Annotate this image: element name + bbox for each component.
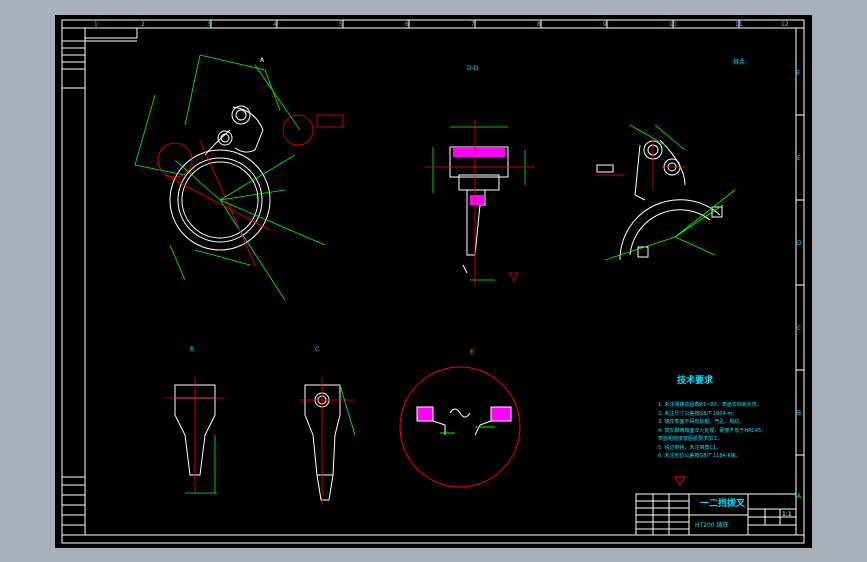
zone-label: E	[797, 155, 801, 162]
tech-line: 6. 未注形位公差按GB/T 1184-K级。	[658, 453, 741, 459]
view-label: B	[190, 346, 195, 353]
zone-label: 5	[339, 21, 343, 28]
hatch-area	[470, 195, 484, 205]
zone-label: D	[797, 240, 802, 247]
view-label: E	[470, 349, 474, 356]
zone-label: 6	[405, 21, 409, 28]
zone-label: 12	[781, 21, 789, 28]
tech-line: 4. 拨叉脚两端面淬火处理，硬度不低于HRC45，	[658, 427, 767, 434]
zone-label: 4	[273, 21, 277, 28]
tech-requirements-list: 1. 未注明铸造圆角R1~R3，表面去除氧化皮。 2. 未注尺寸公差按GB/T …	[658, 401, 766, 461]
zone-label: 8	[537, 21, 541, 28]
zone-label: A	[797, 493, 802, 500]
bottom-view-middle	[300, 377, 356, 505]
zone-label: 2	[141, 21, 145, 28]
tech-line: 2. 未注尺寸公差按GB/T 1804-m。	[658, 410, 738, 417]
zone-label: 3	[207, 21, 211, 28]
part-name: 一二挡拨叉	[700, 499, 746, 509]
view-label: A	[260, 57, 265, 64]
zone-label: 9	[603, 21, 607, 28]
right-view	[595, 124, 736, 261]
drawing-frame	[61, 19, 805, 544]
roughness-note: 其余	[733, 59, 746, 66]
view-label: C	[315, 346, 320, 353]
zone-label: 7	[471, 21, 475, 28]
roughness-symbol	[674, 476, 686, 486]
section-view-top	[425, 120, 535, 285]
tech-line: 3. 铸件表面不得有砂眼、气孔、裂纹。	[658, 419, 745, 425]
scale: 1:1	[782, 511, 792, 518]
zone-label: 11	[735, 21, 743, 28]
detail-view-circle	[399, 366, 521, 488]
view-label: D-D	[467, 65, 479, 72]
tech-line: 表面粗糙度按图纸要求加工。	[658, 436, 724, 442]
zone-label: B	[797, 410, 802, 417]
drawing-sheet	[61, 19, 805, 544]
material: HT200 铸铁	[695, 522, 729, 529]
cad-drawing-canvas[interactable]: 1 2 3 4 5 6 7 8 9 10 11 12 F E D C B A A…	[55, 15, 812, 548]
hatch-area	[453, 148, 505, 157]
bottom-view-left	[165, 377, 225, 494]
tech-requirements-heading: 技术要求	[677, 376, 714, 386]
tech-line: 1. 未注明铸造圆角R1~R3，表面去除氧化皮。	[658, 402, 762, 408]
main-view	[134, 54, 344, 301]
zone-label: 10	[669, 21, 677, 28]
zone-label: C	[797, 325, 802, 332]
tech-line: 5. 锐边倒钝，未注倒角C1。	[658, 444, 722, 451]
zone-label: F	[797, 70, 801, 77]
zone-label: 1	[94, 21, 98, 28]
